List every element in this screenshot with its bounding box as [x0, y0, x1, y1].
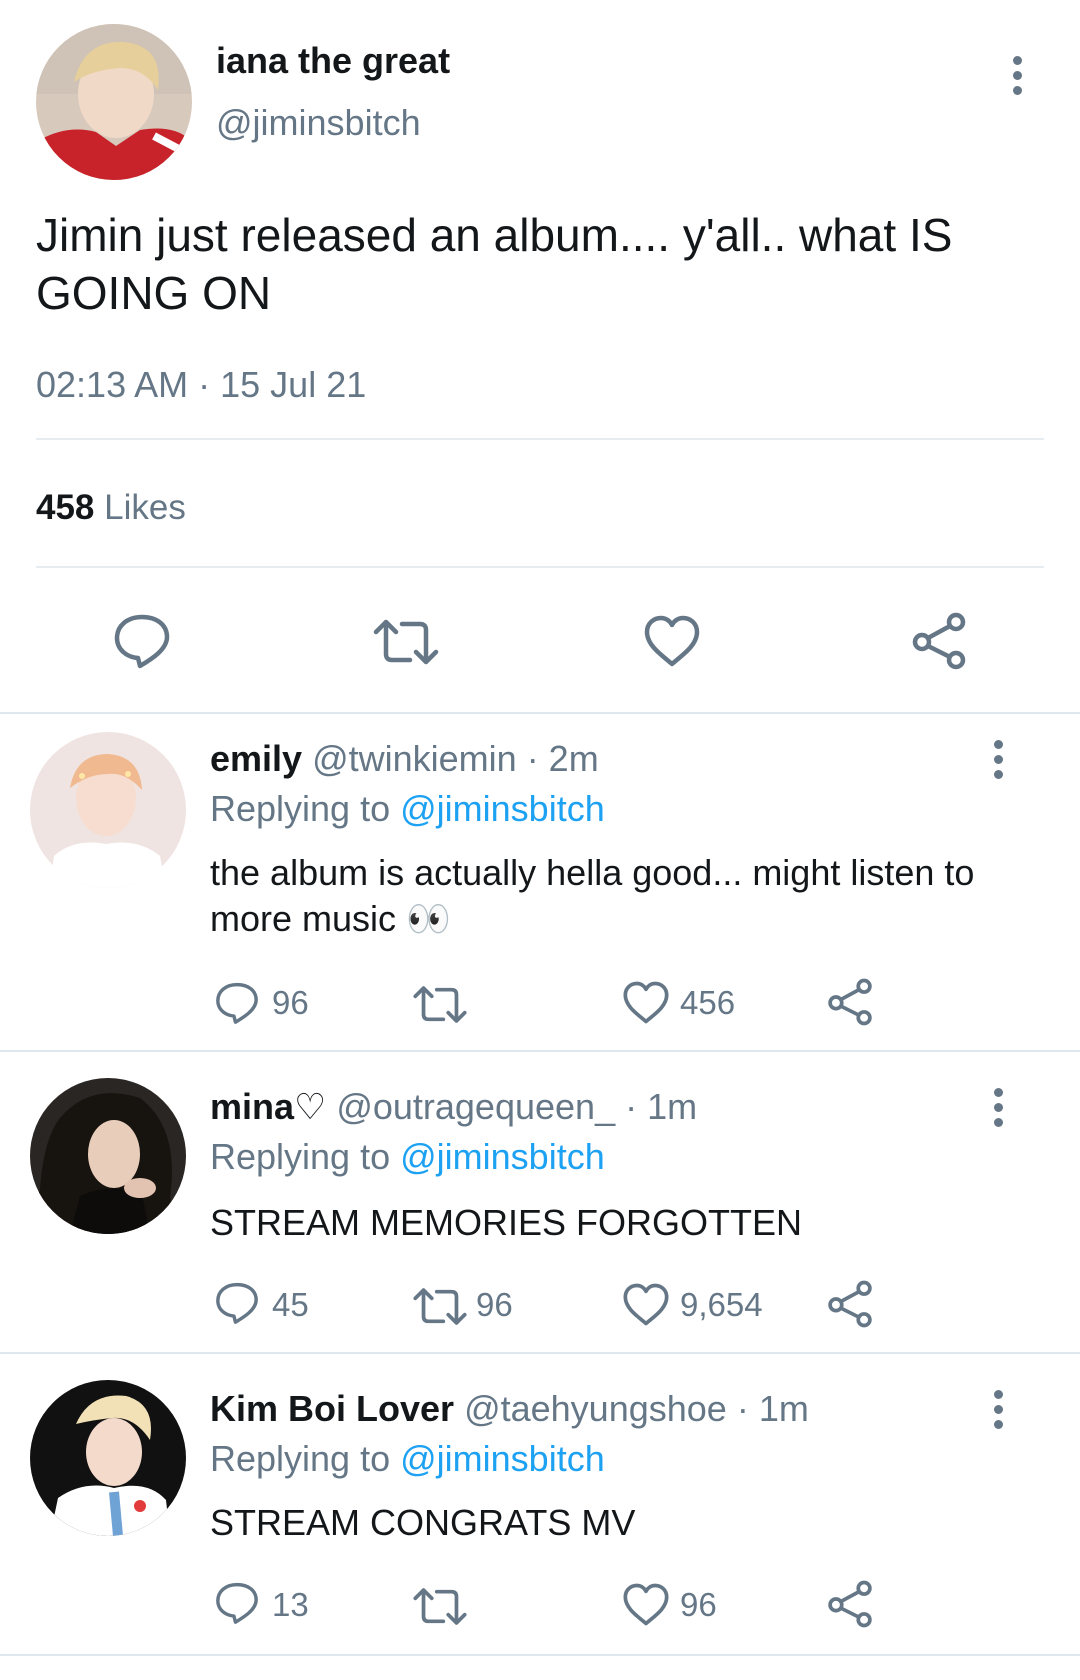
share-icon[interactable]: [826, 1280, 874, 1328]
retweet-icon[interactable]: [412, 1285, 468, 1328]
reply-icon[interactable]: [112, 612, 172, 670]
divider: [0, 1352, 1080, 1354]
reply-handle[interactable]: @outragequeen_: [336, 1086, 615, 1127]
reply-icon[interactable]: [214, 1580, 260, 1626]
divider: [36, 438, 1044, 440]
replying-to-handle[interactable]: @jiminsbitch: [400, 1136, 605, 1177]
divider: [36, 566, 1044, 568]
reply-header: mina♡ @outragequeen_ · 1m: [210, 1086, 697, 1128]
retweet-icon[interactable]: [372, 616, 440, 668]
author-handle[interactable]: @jiminsbitch: [216, 102, 421, 144]
reply-avatar[interactable]: [30, 1380, 186, 1536]
share-icon[interactable]: [910, 612, 968, 670]
replying-to: Replying to @jiminsbitch: [210, 1136, 605, 1178]
reply-time: · 2m: [526, 738, 599, 779]
retweet-icon[interactable]: [412, 1585, 468, 1628]
reply-header: Kim Boi Lover @taehyungshoe · 1m: [210, 1388, 809, 1430]
reply-avatar[interactable]: [30, 1078, 186, 1234]
reply-handle[interactable]: @taehyungshoe: [464, 1388, 727, 1429]
reply-time: · 1m: [625, 1086, 698, 1127]
reply-avatar[interactable]: [30, 732, 186, 888]
reply-display-name[interactable]: mina♡: [210, 1086, 326, 1127]
reply-text: STREAM CONGRATS MV: [210, 1502, 636, 1543]
tweet-time: 02:13 AM: [36, 364, 189, 405]
reply-count: 45: [272, 1286, 309, 1323]
like-icon[interactable]: [622, 980, 670, 1025]
tweet-text: Jimin just released an album.... y'all..…: [36, 209, 953, 319]
reply-display-name[interactable]: emily: [210, 738, 302, 779]
replying-to: Replying to @jiminsbitch: [210, 788, 605, 830]
divider: [0, 1654, 1080, 1656]
divider: [0, 1050, 1080, 1052]
reply-icon[interactable]: [214, 1280, 260, 1326]
reply-display-name[interactable]: Kim Boi Lover: [210, 1388, 454, 1429]
retweet-count: 96: [476, 1286, 513, 1323]
reply-time: · 1m: [736, 1388, 809, 1429]
likes-stat[interactable]: 458 Likes: [36, 488, 186, 528]
like-count: 9,654: [680, 1286, 763, 1323]
replying-to-label: Replying to: [210, 1136, 391, 1177]
like-count: 456: [680, 984, 736, 1021]
reply-text: STREAM MEMORIES FORGOTTEN: [210, 1202, 803, 1243]
retweet-icon[interactable]: [412, 983, 468, 1026]
replying-to-label: Replying to: [210, 1438, 391, 1479]
reply-count: 96: [272, 984, 309, 1021]
more-options-icon[interactable]: [992, 1390, 1004, 1435]
replying-to: Replying to @jiminsbitch: [210, 1438, 605, 1480]
author-display-name[interactable]: iana the great: [216, 40, 450, 82]
replying-to-handle[interactable]: @jiminsbitch: [400, 1438, 605, 1479]
tweet-timestamp: 02:13 AM · 15 Jul 21: [36, 364, 366, 406]
likes-count: 458: [36, 488, 95, 527]
more-options-icon[interactable]: [992, 1088, 1004, 1133]
reply-count: 13: [272, 1586, 309, 1623]
more-options-icon[interactable]: [1011, 56, 1023, 101]
likes-label: Likes: [104, 488, 186, 527]
replying-to-handle[interactable]: @jiminsbitch: [400, 788, 605, 829]
more-options-icon[interactable]: [992, 740, 1004, 785]
reply-text: the album is actually hella good... migh…: [210, 852, 975, 939]
author-avatar[interactable]: [36, 24, 192, 180]
replying-to-label: Replying to: [210, 788, 391, 829]
like-icon[interactable]: [643, 614, 701, 668]
reply-icon[interactable]: [214, 980, 260, 1026]
timestamp-separator: ·: [198, 364, 211, 405]
divider: [0, 712, 1080, 714]
like-icon[interactable]: [622, 1582, 670, 1627]
like-count: 96: [680, 1586, 717, 1623]
share-icon[interactable]: [826, 978, 874, 1026]
reply-handle[interactable]: @twinkiemin: [312, 738, 517, 779]
like-icon[interactable]: [622, 1282, 670, 1327]
tweet-date: 15 Jul 21: [220, 364, 367, 405]
share-icon[interactable]: [826, 1580, 874, 1628]
reply-header: emily @twinkiemin · 2m: [210, 738, 599, 780]
